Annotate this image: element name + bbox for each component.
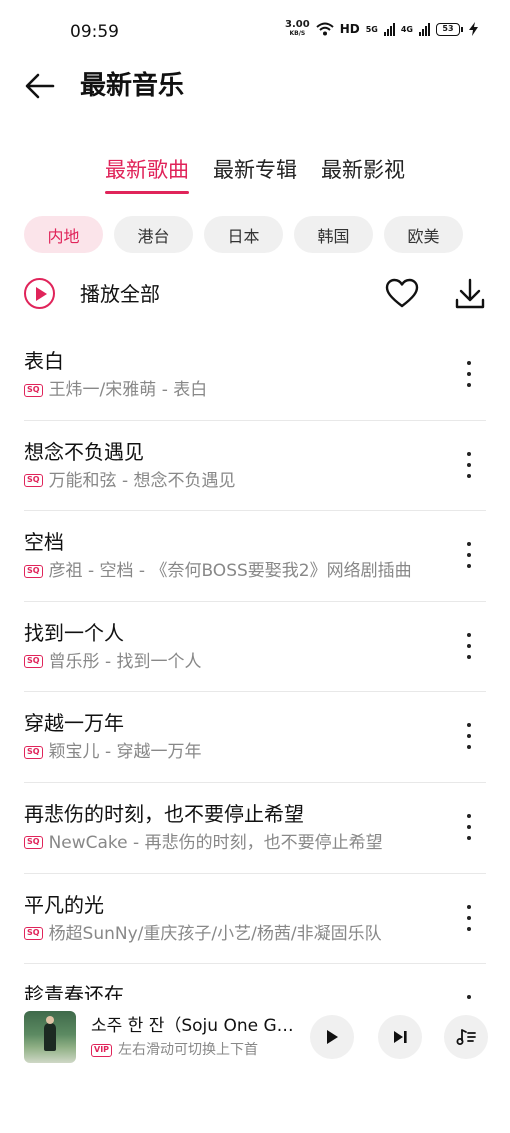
status-icons: 3.00 KB/S HD 5G 4G 53 (285, 20, 478, 38)
signal-1-icon (383, 22, 395, 36)
download-icon (455, 278, 485, 309)
swipe-hint: 左右滑动可切换上下首 (118, 1042, 259, 1058)
more-options-button[interactable] (456, 902, 482, 934)
more-options-button[interactable] (456, 449, 482, 481)
region-chip-korea[interactable]: 韩国 (294, 216, 373, 253)
song-row[interactable]: 表白 SQ 王炜一/宋雅萌 - 表白 (0, 330, 510, 421)
song-title: 再悲伤的时刻，也不要停止希望 (24, 801, 304, 826)
hd-label: HD (339, 22, 360, 36)
song-artist: 万能和弦 - 想念不负遇见 (48, 470, 236, 491)
tab-latest-albums[interactable]: 最新专辑 (213, 150, 297, 194)
song-row[interactable]: 想念不负遇见 SQ 万能和弦 - 想念不负遇见 (0, 421, 510, 512)
download-button[interactable] (452, 276, 488, 312)
song-title: 趁青春还在 (24, 983, 124, 1000)
song-title: 平凡的光 (24, 892, 104, 917)
more-options-button[interactable] (456, 358, 482, 390)
heart-icon (385, 278, 419, 308)
status-time: 09:59 (70, 22, 119, 42)
song-title: 空档 (24, 530, 64, 555)
region-chip-mainland[interactable]: 内地 (24, 216, 103, 253)
tab-latest-videos[interactable]: 最新影视 (321, 150, 405, 194)
mini-player[interactable]: 소주 한 잔（Soju One Glass） VIP 左右滑动可切换上下首 (0, 1002, 510, 1072)
back-button[interactable] (22, 68, 58, 104)
sim1-label: 5G (365, 24, 378, 34)
play-all-label[interactable]: 播放全部 (80, 280, 160, 308)
tab-bar: 最新歌曲 最新专辑 最新影视 (0, 150, 510, 198)
play-all-bar: 播放全部 (0, 272, 510, 318)
favorite-button[interactable] (384, 276, 420, 312)
region-chip-japan[interactable]: 日本 (204, 216, 283, 253)
song-artist: 王炜一/宋雅萌 - 表白 (48, 380, 208, 400)
skip-next-icon (394, 1031, 407, 1043)
song-row[interactable]: 趁青春还在 SQ (0, 964, 510, 1000)
more-options-button[interactable] (456, 720, 482, 752)
playlist-icon (456, 1029, 476, 1045)
play-icon (35, 286, 47, 301)
song-row[interactable]: 穿越一万年 SQ 颖宝儿 - 穿越一万年 (0, 692, 510, 783)
page-title: 最新音乐 (80, 71, 185, 101)
header: 最新音乐 (0, 64, 510, 108)
sq-quality-badge: SQ (24, 564, 43, 578)
song-row[interactable]: 找到一个人 SQ 曾乐彤 - 找到一个人 (0, 602, 510, 693)
sq-quality-badge: SQ (24, 474, 43, 488)
charging-icon (469, 22, 478, 36)
song-row[interactable]: 空档 SQ 彦祖 - 空档 - 《奈何BOSS要娶我2》网络剧插曲 (0, 511, 510, 602)
song-title: 找到一个人 (24, 620, 124, 645)
region-chip-western[interactable]: 欧美 (384, 216, 463, 253)
more-options-button[interactable] (456, 539, 482, 571)
sq-quality-badge: SQ (24, 655, 43, 669)
status-bar: 09:59 3.00 KB/S HD 5G 4G 53 (0, 0, 510, 64)
sq-quality-badge: SQ (24, 927, 43, 941)
network-speed: 3.00 KB/S (285, 20, 310, 38)
song-artist: 彦祖 - 空档 - 《奈何BOSS要娶我2》网络剧插曲 (48, 561, 412, 582)
song-list: 表白 SQ 王炜一/宋雅萌 - 表白 想念不负遇见 SQ 万能和弦 - 想念不负… (0, 330, 510, 1000)
network-speed-value: 3.00 (285, 19, 310, 30)
song-row[interactable]: 再悲伤的时刻，也不要停止希望 SQ NewCake - 再悲伤的时刻，也不要停止… (0, 783, 510, 874)
play-icon (327, 1030, 338, 1044)
song-artist: 颖宝儿 - 穿越一万年 (48, 742, 202, 763)
battery-icon: 53 (436, 22, 463, 36)
album-art[interactable] (24, 1011, 76, 1063)
network-speed-unit: KB/S (289, 30, 306, 37)
song-title: 想念不负遇见 (24, 439, 144, 464)
region-chip-hk-tw[interactable]: 港台 (114, 216, 193, 253)
more-options-button[interactable] (456, 630, 482, 662)
more-options-button[interactable] (456, 992, 482, 1000)
battery-level: 53 (436, 22, 460, 36)
song-title: 穿越一万年 (24, 711, 124, 736)
play-all-button[interactable] (24, 278, 55, 309)
signal-2-icon (419, 22, 430, 36)
song-artist: 杨超SunNy/重庆孩子/小艺/杨茜/非凝固乐队 (48, 923, 382, 944)
sq-quality-badge: SQ (24, 383, 43, 397)
song-row[interactable]: 平凡的光 SQ 杨超SunNy/重庆孩子/小艺/杨茜/非凝固乐队 (0, 874, 510, 965)
song-artist: 曾乐彤 - 找到一个人 (48, 651, 202, 672)
sim2-label: 4G (400, 24, 413, 34)
now-playing-title: 소주 한 잔（Soju One Glass） (91, 1016, 297, 1036)
play-button[interactable] (310, 1015, 354, 1059)
region-filter: 内地 港台 日本 韩国 欧美 (24, 216, 463, 253)
wifi-icon (316, 22, 334, 36)
tab-latest-songs[interactable]: 最新歌曲 (105, 150, 189, 194)
sq-quality-badge: SQ (24, 836, 43, 850)
sq-quality-badge: SQ (24, 745, 43, 759)
song-artist: NewCake - 再悲伤的时刻，也不要停止希望 (48, 832, 383, 853)
playlist-queue-button[interactable] (444, 1015, 488, 1059)
vip-badge: VIP (91, 1043, 113, 1057)
back-arrow-icon (25, 73, 55, 99)
more-options-button[interactable] (456, 811, 482, 843)
song-title: 表白 (24, 349, 64, 373)
next-track-button[interactable] (378, 1015, 422, 1059)
